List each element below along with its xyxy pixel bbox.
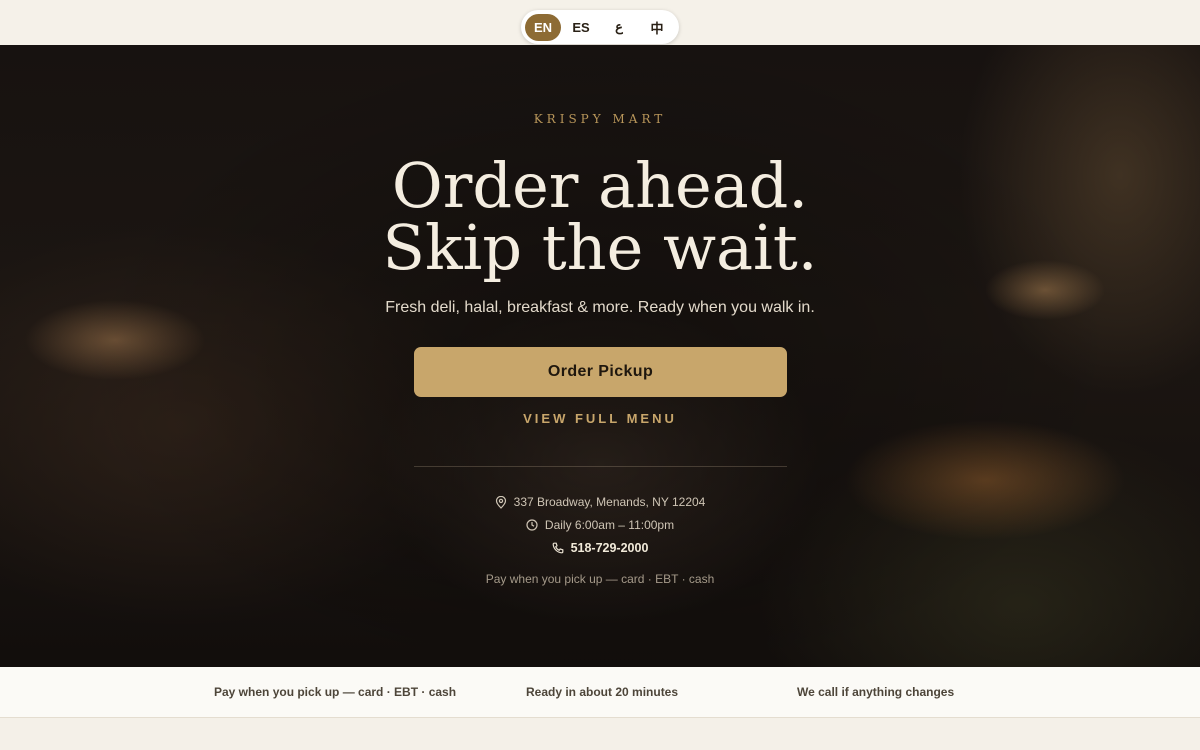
- page-bottom-area: [0, 718, 1200, 750]
- feature-payment: Pay when you pick up — card · EBT · cash: [214, 685, 457, 699]
- top-bar: EN ES ع 中: [0, 0, 1200, 45]
- headline-line-2: Skip the wait.: [382, 211, 818, 284]
- lang-option-en[interactable]: EN: [525, 13, 561, 41]
- clock-icon: [526, 519, 538, 531]
- phone-number[interactable]: 518-729-2000: [571, 541, 649, 555]
- hours-text: Daily 6:00am – 11:00pm: [544, 518, 675, 532]
- brand-name: KRISPY MART: [533, 112, 667, 126]
- hero-subheading: Fresh deli, halal, breakfast & more. Rea…: [385, 299, 815, 316]
- language-switcher: EN ES ع 中: [521, 10, 679, 44]
- store-address: 337 Broadway, Menands, NY 12204: [0, 495, 1200, 509]
- address-text: 337 Broadway, Menands, NY 12204: [513, 495, 706, 509]
- payment-note: Pay when you pick up — card · EBT · cash: [485, 572, 715, 586]
- hero-headline: Order ahead. Skip the wait.: [0, 155, 1200, 279]
- feature-ready-time: Ready in about 20 minutes: [526, 685, 679, 699]
- lang-option-zh[interactable]: 中: [639, 14, 675, 41]
- lang-option-es[interactable]: ES: [563, 14, 599, 41]
- phone-icon: [552, 542, 564, 554]
- hero-divider: [414, 466, 787, 467]
- lang-option-ar[interactable]: ع: [601, 14, 637, 41]
- view-full-menu-link[interactable]: VIEW FULL MENU: [0, 411, 1200, 426]
- feature-strip: Pay when you pick up — card · EBT · cash…: [0, 667, 1200, 718]
- feature-call-notice: We call if anything changes: [797, 685, 955, 699]
- hero-content: KRISPY MART Order ahead. Skip the wait. …: [0, 45, 1200, 667]
- map-pin-icon: [495, 495, 507, 509]
- order-pickup-button[interactable]: Order Pickup: [414, 347, 787, 397]
- store-hours: Daily 6:00am – 11:00pm: [0, 518, 1200, 532]
- hero-section: KRISPY MART Order ahead. Skip the wait. …: [0, 45, 1200, 667]
- store-phone[interactable]: 518-729-2000: [0, 541, 1200, 555]
